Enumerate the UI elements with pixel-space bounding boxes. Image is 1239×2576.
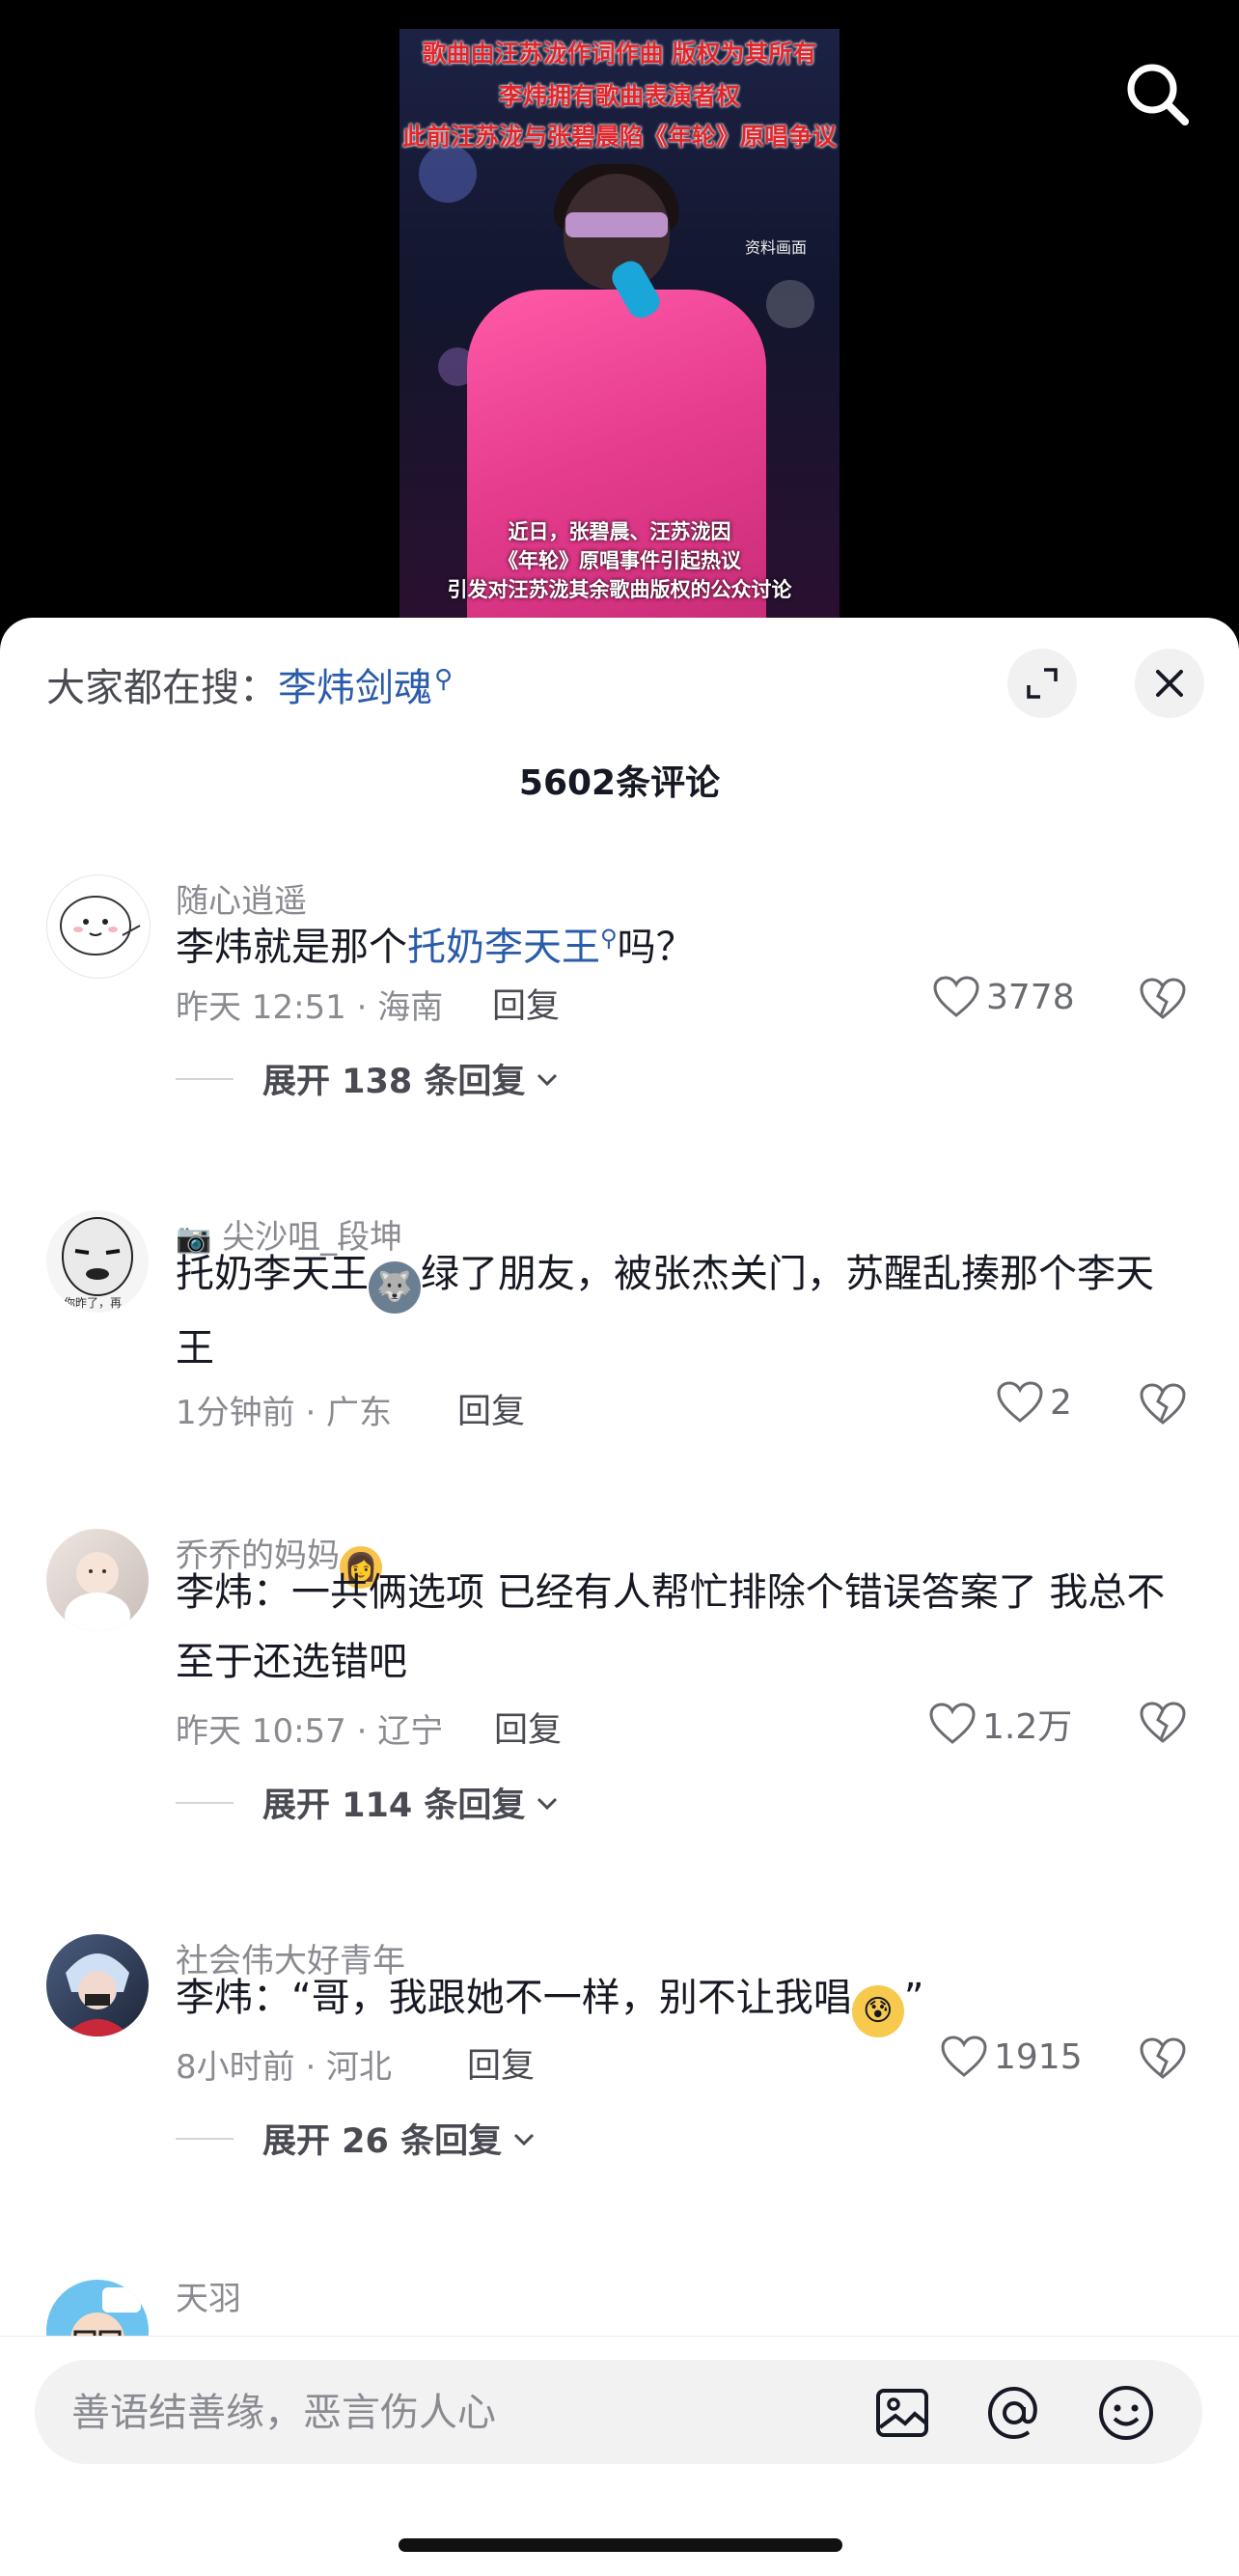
broken-heart-icon bbox=[1140, 2037, 1186, 2079]
comment-item: 你昨了，再 📷 尖沙咀_段坤 托奶李天王 🐺 绿了朋友，被张杰关门，苏醒乱揍那个李天… bbox=[0, 1210, 1239, 1500]
video-thumbnail: 歌曲由汪苏泷作词作曲 版权为其所有 李炜拥有歌曲表演者权 此前汪苏泷与张碧晨陷《… bbox=[399, 29, 840, 618]
at-icon bbox=[987, 2386, 1037, 2440]
like-count: 3778 bbox=[986, 977, 1075, 1017]
reply-button[interactable]: 回复 bbox=[492, 979, 560, 1028]
comment-input[interactable] bbox=[69, 2360, 865, 2466]
broken-heart-icon bbox=[1140, 978, 1186, 1019]
comment-text: 托奶李天王 🐺 绿了朋友，被张杰关门，苏醒乱揍那个李天王 bbox=[176, 1252, 1154, 1371]
chevron-down-icon bbox=[537, 1073, 558, 1086]
reply-button[interactable]: 回复 bbox=[494, 1703, 562, 1752]
reply-button[interactable]: 回复 bbox=[457, 1384, 525, 1433]
like-button[interactable]: 1.2万 bbox=[928, 1699, 1072, 1749]
search-icon: ⚲ bbox=[434, 664, 454, 694]
chevron-down-icon bbox=[537, 1797, 558, 1810]
heart-icon bbox=[941, 2036, 987, 2077]
comment-meta: 昨天 12:51 · 海南 bbox=[176, 988, 444, 1027]
heart-icon bbox=[929, 1703, 976, 1744]
image-button[interactable] bbox=[872, 2383, 932, 2443]
avatar[interactable] bbox=[46, 1934, 149, 2036]
avatar[interactable]: 你昨了，再 bbox=[46, 1210, 149, 1313]
emoji-icon bbox=[1099, 2386, 1153, 2440]
comment-count: 5602条评论 bbox=[518, 763, 721, 803]
dislike-button[interactable] bbox=[1139, 1382, 1187, 1430]
expand-replies-label: 展开 26 条回复 bbox=[262, 2122, 503, 2161]
expand-sheet-button[interactable] bbox=[1007, 649, 1077, 718]
trending-search-prefix: 大家都在搜： bbox=[46, 666, 278, 710]
broken-heart-icon bbox=[1140, 1702, 1186, 1743]
svg-text:你昨了，再: 你昨了，再 bbox=[64, 1296, 122, 1310]
comment-meta: 8小时前 · 河北 bbox=[176, 2048, 393, 2087]
avatar[interactable] bbox=[46, 1529, 149, 1631]
mention-button[interactable] bbox=[984, 2383, 1044, 2443]
trending-search-keyword[interactable]: 李炜剑魂 bbox=[278, 666, 432, 710]
avatar[interactable] bbox=[46, 2280, 149, 2338]
expand-replies-label: 展开 138 条回复 bbox=[262, 1063, 526, 1101]
video-caption-line: 近日，张碧晨、汪苏泷因 bbox=[508, 520, 731, 543]
close-icon bbox=[1156, 670, 1183, 697]
comment-text: 李炜：“哥，我跟她不一样，别不让我唱 😰” bbox=[176, 1963, 1189, 2037]
comment-item: 随心逍遥 李炜就是那个托奶李天王⚲吗？ 昨天 12:51 · 海南 回复 377… bbox=[0, 874, 1239, 1212]
like-button[interactable]: 2 bbox=[996, 1380, 1072, 1425]
comment-meta: 昨天 10:57 · 辽宁 bbox=[176, 1712, 444, 1751]
heart-icon bbox=[933, 976, 979, 1017]
broken-heart-icon bbox=[1140, 1383, 1186, 1425]
crying-face-emoji-icon: 😰 bbox=[851, 1985, 904, 2037]
expand-replies-button[interactable]: 展开 26 条回复 bbox=[176, 2114, 538, 2163]
dislike-button[interactable] bbox=[1139, 2036, 1187, 2085]
dislike-button[interactable] bbox=[1139, 977, 1187, 1025]
video-caption-line: 此前汪苏泷与张碧晨陷《年轮》原唱争议 bbox=[401, 123, 837, 151]
search-icon bbox=[1127, 64, 1189, 125]
like-count: 1.2万 bbox=[982, 1707, 1073, 1747]
reply-button[interactable]: 回复 bbox=[467, 2038, 535, 2088]
trending-search: 大家都在搜：李炜剑魂⚲ bbox=[46, 656, 453, 712]
fullscreen-icon bbox=[1027, 668, 1058, 699]
comment-item: 社会伟大好青年 李炜：“哥，我跟她不一样，别不让我唱 😰” 8小时前 · 河北 回… bbox=[0, 1934, 1239, 2224]
search-icon: ⚲ bbox=[600, 925, 618, 952]
comment-sheet: 大家都在搜：李炜剑魂⚲ 5602条评论 随心逍遥 李炜就是那个托奶李天王⚲吗？ bbox=[0, 618, 1239, 2575]
video-caption-line: 《年轮》原唱事件引起热议 bbox=[498, 549, 741, 572]
like-button[interactable]: 3778 bbox=[932, 975, 1075, 1019]
chevron-down-icon bbox=[514, 2133, 535, 2146]
video-caption-line: 引发对汪苏泷其余歌曲版权的公众讨论 bbox=[447, 578, 792, 601]
video-caption-line: 李炜拥有歌曲表演者权 bbox=[498, 82, 740, 110]
comment-item: 乔乔的妈妈 👩 李炜：一共俩选项 已经有人帮忙排除个错误答案了 我总不至于还选错吧… bbox=[0, 1529, 1239, 1857]
expand-replies-button[interactable]: 展开 138 条回复 bbox=[176, 1054, 562, 1103]
like-count: 2 bbox=[1050, 1382, 1072, 1423]
emoji-button[interactable] bbox=[1096, 2383, 1156, 2443]
like-count: 1915 bbox=[994, 2036, 1083, 2077]
expand-replies-label: 展开 114 条回复 bbox=[262, 1787, 526, 1825]
close-button[interactable] bbox=[1135, 649, 1204, 718]
avatar[interactable] bbox=[46, 874, 151, 979]
search-button[interactable] bbox=[1119, 56, 1197, 133]
username[interactable]: 天羽 bbox=[176, 2272, 241, 2319]
home-indicator[interactable] bbox=[399, 2538, 842, 2552]
like-button[interactable]: 1915 bbox=[940, 2035, 1083, 2079]
comment-item: 天羽 bbox=[0, 2270, 1239, 2338]
expand-replies-button[interactable]: 展开 114 条回复 bbox=[176, 1778, 562, 1827]
dislike-button[interactable] bbox=[1139, 1701, 1187, 1749]
husky-emoji-icon: 🐺 bbox=[369, 1261, 421, 1314]
highlight-keyword[interactable]: 托奶李天王 bbox=[407, 925, 600, 969]
comment-text: 李炜：一共俩选项 已经有人帮忙排除个错误答案了 我总不至于还选错吧 bbox=[176, 1570, 1166, 1684]
comment-meta: 1分钟前 · 广东 bbox=[176, 1394, 393, 1432]
video-caption-line: 歌曲由汪苏泷作词作曲 版权为其所有 bbox=[422, 40, 817, 68]
comment-input-container bbox=[35, 2360, 1202, 2466]
comment-text: 李炜就是那个托奶李天王⚲吗？ bbox=[176, 925, 695, 970]
heart-icon bbox=[997, 1381, 1043, 1423]
image-icon bbox=[876, 2389, 928, 2437]
video-tag: 资料画面 bbox=[745, 238, 808, 257]
video-player[interactable]: 歌曲由汪苏泷作词作曲 版权为其所有 李炜拥有歌曲表演者权 此前汪苏泷与张碧晨陷《… bbox=[0, 0, 1239, 627]
